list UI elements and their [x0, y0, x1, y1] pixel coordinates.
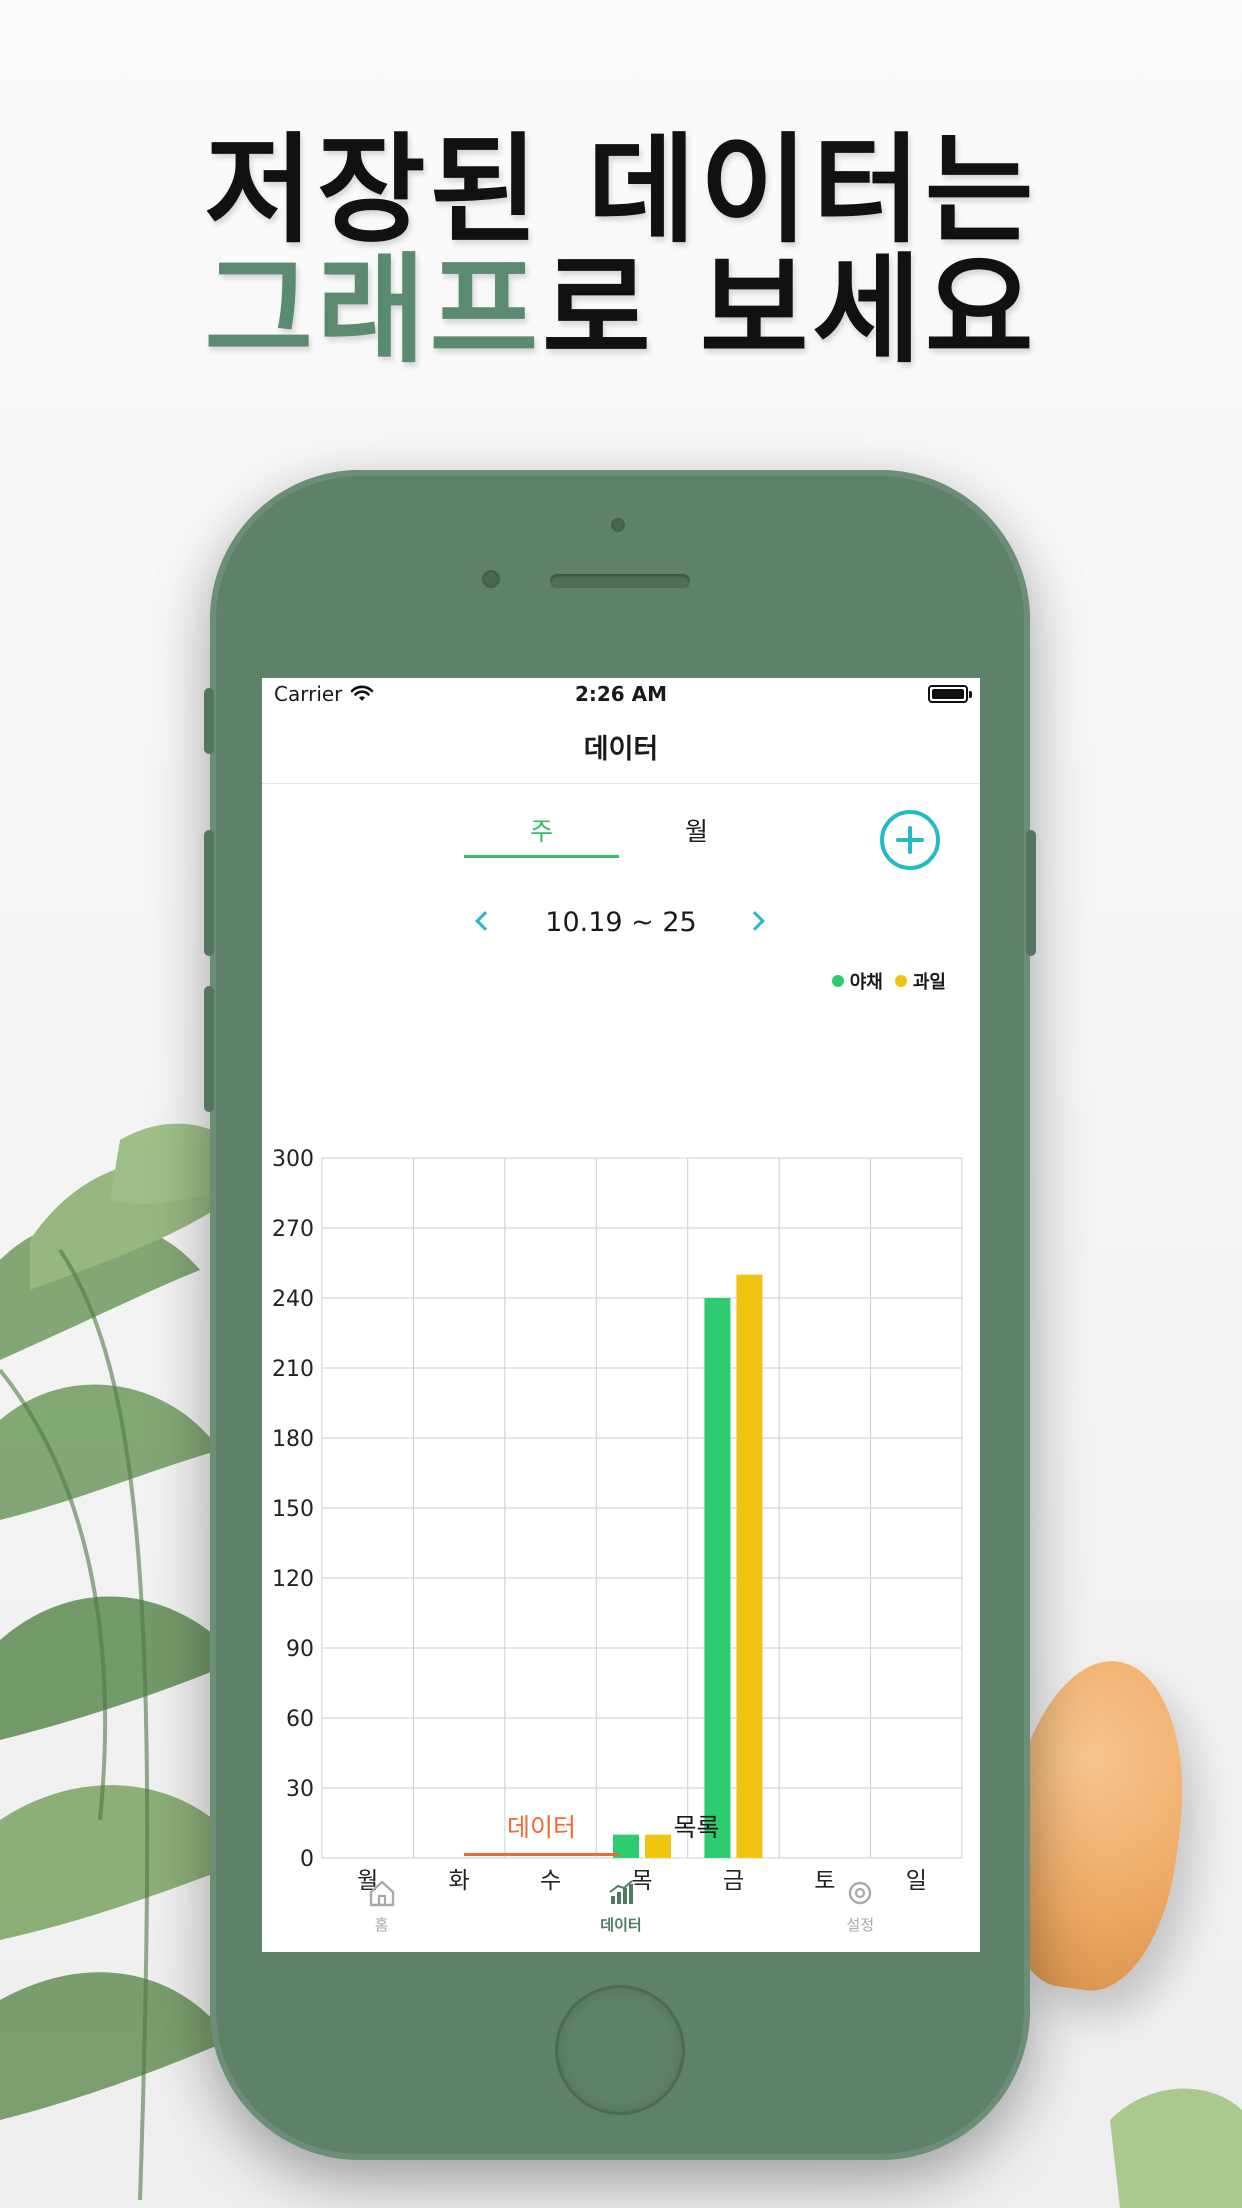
volume-down-button [204, 986, 214, 1112]
bar-vegetable [704, 1298, 731, 1858]
carrier-group: Carrier [274, 682, 374, 706]
earpiece-speaker [550, 574, 690, 588]
front-camera [482, 570, 500, 588]
headline-line-2: 그래프로 보세요 [0, 250, 1242, 370]
tab-data-view[interactable]: 데이터 [464, 1808, 619, 1856]
tabbar-label-data: 데이터 [600, 1916, 642, 1934]
app-screen: Carrier 2:26 AM 데이터 주 월 10.19 ~ 25 야채 과일… [262, 678, 980, 1952]
bottom-tab-bar: 홈 데이터 설정 [262, 1878, 980, 1952]
y-tick-label: 270 [272, 1217, 314, 1242]
y-tick-label: 210 [272, 1357, 314, 1382]
battery-icon [928, 685, 972, 703]
headline-line-1: 저장된 데이터는 [204, 121, 1038, 259]
tab-list-view[interactable]: 목록 [619, 1808, 774, 1856]
volume-up-button [204, 830, 214, 956]
home-icon [369, 1880, 394, 1907]
chevron-right-icon [745, 911, 765, 931]
chevron-left-icon [475, 911, 495, 931]
home-button[interactable] [555, 1985, 685, 2115]
tab-month[interactable]: 월 [619, 808, 774, 858]
view-segment: 데이터 목록 [464, 1808, 774, 1856]
power-button [1026, 830, 1036, 956]
y-tick-label: 0 [300, 1847, 314, 1872]
nav-bar: 데이터 [262, 710, 980, 784]
tabbar-item-data[interactable]: 데이터 [501, 1878, 740, 1952]
bar-chart-icon [609, 1880, 633, 1904]
sensor-dot [611, 518, 625, 532]
date-range-label: 10.19 ~ 25 [545, 906, 697, 938]
promo-headline: 저장된 데이터는 그래프로 보세요 [0, 130, 1242, 370]
legend-dot-fruit [894, 975, 907, 987]
weekly-bar-chart: 0306090120150180210240270300월 화 수 목 금 토 일 [272, 1147, 963, 1894]
period-segment: 주 월 [464, 808, 774, 858]
nav-title: 데이터 [583, 734, 659, 765]
carrier-label: Carrier [274, 682, 343, 706]
y-tick-label: 60 [286, 1707, 314, 1732]
date-range-selector: 10.19 ~ 25 [462, 900, 780, 944]
legend-dot-vegetable [831, 975, 844, 987]
tabbar-label-settings: 설정 [846, 1916, 875, 1934]
headline-accent: 그래프 [204, 241, 543, 379]
y-tick-label: 240 [272, 1287, 314, 1312]
bar-fruit [736, 1274, 763, 1858]
y-tick-label: 30 [286, 1777, 314, 1802]
next-week-button[interactable] [740, 902, 780, 942]
y-tick-label: 90 [286, 1637, 314, 1662]
gear-icon [849, 1881, 872, 1905]
mute-switch [204, 688, 214, 754]
tab-week[interactable]: 주 [464, 808, 619, 858]
y-tick-label: 300 [272, 1147, 314, 1172]
y-tick-label: 150 [272, 1497, 314, 1522]
add-button[interactable] [880, 810, 940, 870]
y-tick-label: 120 [272, 1567, 314, 1592]
tabbar-item-home[interactable]: 홈 [262, 1878, 501, 1952]
prev-week-button[interactable] [462, 902, 502, 942]
tabbar-label-home: 홈 [374, 1916, 389, 1934]
headline-rest: 로 보세요 [542, 241, 1038, 379]
y-tick-label: 180 [272, 1427, 314, 1452]
wifi-icon [351, 685, 374, 701]
status-bar: Carrier 2:26 AM [262, 678, 980, 710]
phone-frame: Carrier 2:26 AM 데이터 주 월 10.19 ~ 25 야채 과일… [204, 470, 1036, 2160]
tabbar-item-settings[interactable]: 설정 [741, 1878, 980, 1952]
